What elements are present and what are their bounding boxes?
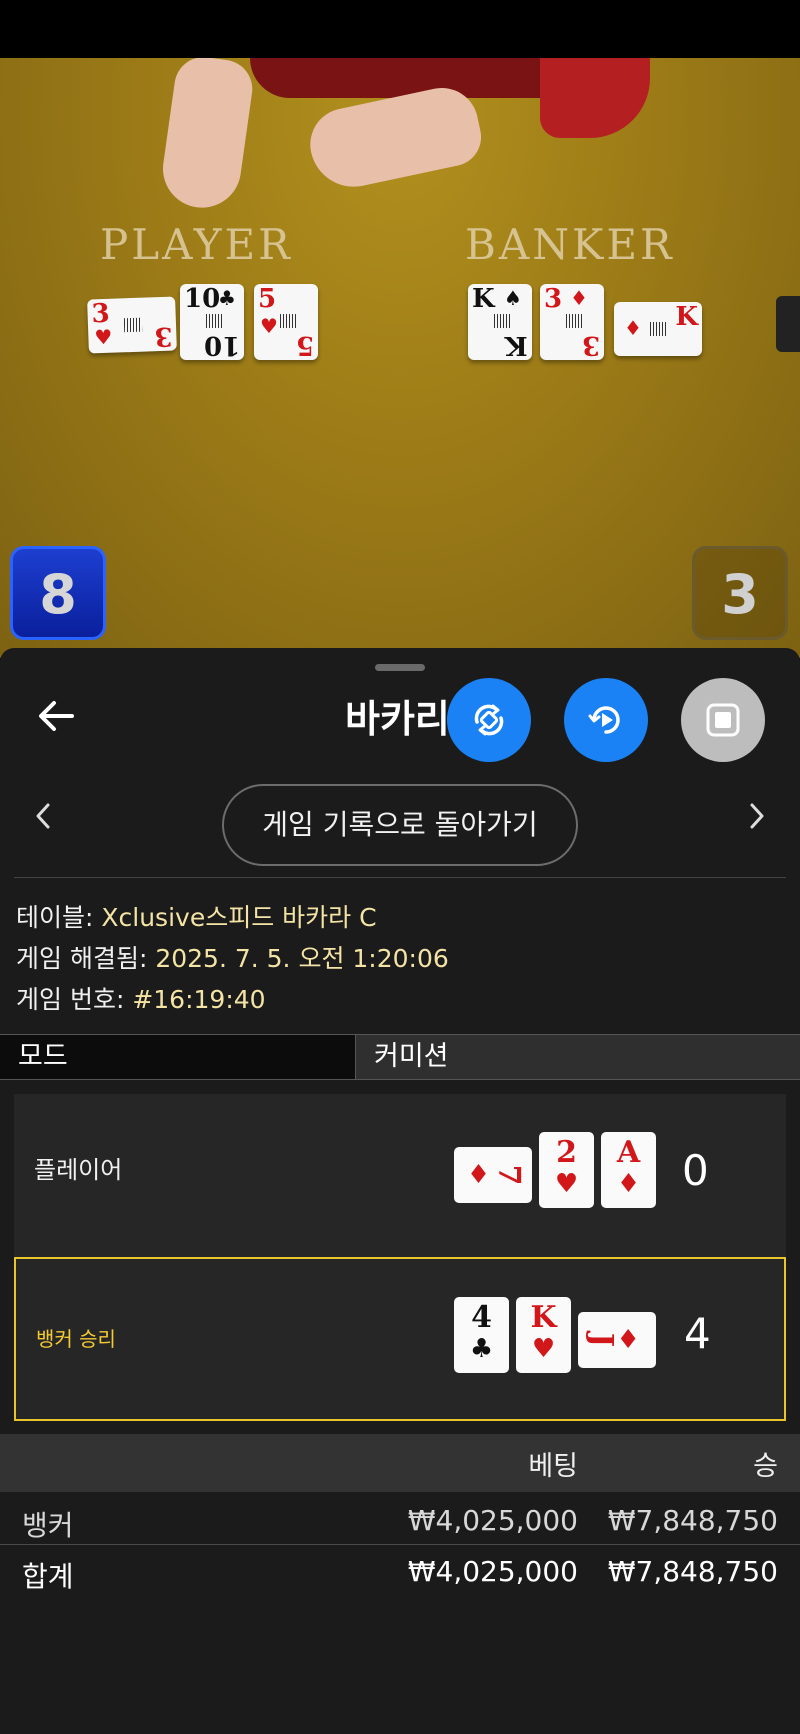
table-card-banker-3: K ♦ [614, 302, 702, 356]
live-video-feed: PLAYER BANKER 3 ♥ 3 10 ♣ 10 5 ♥ 5 K ♠ K … [0, 58, 800, 658]
page-title: 바카리 [345, 697, 450, 741]
stop-icon [706, 703, 740, 737]
table-card-banker-2: 3 ♦ 3 [540, 284, 604, 360]
player-result-label: 플레이어 [34, 1156, 123, 1184]
total-bet-amount: ₩4,025,000 [407, 1555, 578, 1588]
status-bar [0, 0, 800, 58]
result-card: 2 ♥ [539, 1132, 594, 1208]
chevron-right-icon [750, 803, 764, 829]
info-resolved-value: 2025. 7. 5. 오전 1:20:06 [155, 944, 449, 973]
total-win-amount: ₩7,848,750 [607, 1555, 778, 1588]
table-label-player: PLAYER [100, 220, 293, 269]
info-table-value: Xclusive스피드 바카라 C [101, 903, 377, 932]
divider [0, 1544, 800, 1545]
dealer-hand-left [157, 58, 257, 213]
back-button[interactable] [36, 696, 84, 744]
player-score-badge: 8 [10, 546, 106, 640]
info-table-label: 테이블: [16, 903, 94, 932]
arrow-left-icon [39, 701, 74, 731]
win-amount: ₩7,848,750 [607, 1504, 778, 1537]
info-number-value: #16:19:40 [132, 985, 266, 1014]
stop-button[interactable] [681, 678, 765, 762]
prev-game-button[interactable] [24, 800, 64, 840]
banker-score-badge: 3 [692, 546, 788, 640]
back-to-history-button[interactable]: 게임 기록으로 돌아가기 [222, 784, 578, 866]
result-card: J ♦ [578, 1312, 656, 1368]
dealer-hand-right [303, 81, 487, 195]
player-result: 플레이어 ♦ 7 2 ♥ A ♦ 0 [14, 1094, 786, 1258]
next-game-button[interactable] [736, 800, 776, 840]
banker-result: 뱅커 승리 4 ♣ K ♥ J ♦ 4 [14, 1257, 786, 1421]
divider [14, 877, 786, 878]
bet-amount: ₩4,025,000 [407, 1504, 578, 1537]
bets-table-header: 베팅 승 [0, 1434, 800, 1492]
table-row-total: 합계 ₩4,025,000 ₩7,848,750 [0, 1547, 800, 1597]
total-label: 합계 [22, 1560, 74, 1593]
replay-button[interactable] [564, 678, 648, 762]
banker-result-label: 뱅커 승리 [36, 1327, 116, 1351]
info-resolved: 게임 해결됨: 2025. 7. 5. 오전 1:20:06 [16, 939, 449, 975]
table-label-banker: BANKER [465, 220, 675, 269]
dealer-sleeve [540, 58, 650, 138]
table-card-banker-1: K ♠ K [468, 284, 532, 360]
player-total: 0 [682, 1146, 709, 1195]
replay-play-icon [588, 706, 620, 734]
table-card-player-1: 3 ♥ 3 [87, 296, 177, 354]
table-row: 뱅커 ₩4,025,000 ₩7,848,750 [0, 1496, 800, 1546]
result-card: ♦ 7 [454, 1147, 532, 1203]
win-column-header: 승 [753, 1451, 778, 1482]
result-card: A ♦ [601, 1132, 656, 1208]
result-card: K ♥ [516, 1297, 571, 1373]
info-game-number: 게임 번호: #16:19:40 [16, 980, 266, 1016]
bet-column-header: 베팅 [528, 1451, 578, 1482]
mode-row: 모드 커미션 [0, 1034, 800, 1080]
table-card-player-3: 5 ♥ 5 [254, 284, 318, 360]
chip-tray-edge [776, 296, 800, 352]
game-history-sheet: 바카리 게임 기록으로 돌아가기 테이블: Xclusive스피드 바카라 C [0, 648, 800, 1734]
chevron-left-icon [36, 803, 50, 829]
bet-name: 뱅커 [22, 1509, 74, 1542]
result-card: 4 ♣ [454, 1297, 509, 1373]
banker-total: 4 [684, 1309, 711, 1358]
info-table: 테이블: Xclusive스피드 바카라 C [16, 898, 377, 934]
rotate-sync-icon [474, 704, 504, 736]
table-card-player-2: 10 ♣ 10 [180, 284, 244, 360]
mode-label: 모드 [0, 1035, 356, 1079]
rotate-sync-button[interactable] [447, 678, 531, 762]
info-resolved-label: 게임 해결됨: [16, 944, 148, 973]
sheet-drag-handle[interactable] [375, 664, 425, 671]
info-number-label: 게임 번호: [16, 985, 125, 1014]
mode-value: 커미션 [356, 1035, 800, 1079]
